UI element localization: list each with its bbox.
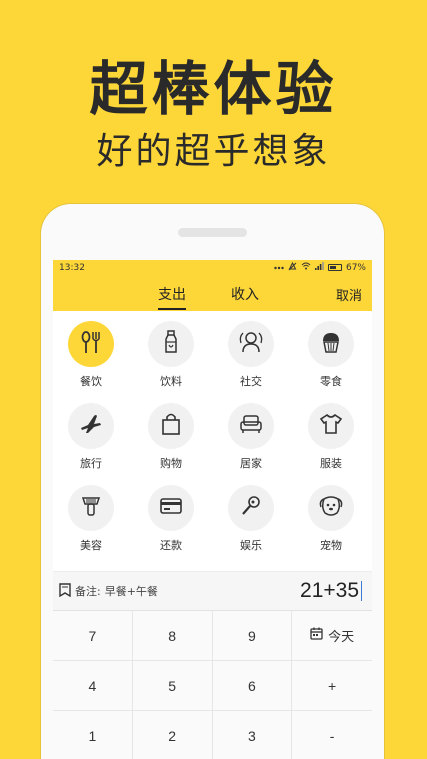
- tshirt-icon: [318, 411, 344, 441]
- tab-income[interactable]: 收入: [231, 284, 259, 304]
- cupcake-icon: [318, 329, 344, 359]
- credit-card-icon: [158, 493, 184, 523]
- category-label: 服装: [320, 457, 342, 470]
- category-clothing[interactable]: 服装: [301, 403, 361, 471]
- phone-frame: 13:32 67% 支出 收入 取消 餐饮 饮料 社交 零食 旅行 购物 居家 …: [41, 204, 384, 759]
- category-label: 娱乐: [240, 539, 262, 552]
- cancel-button[interactable]: 取消: [336, 285, 362, 304]
- status-bar: 13:32 67%: [53, 260, 372, 275]
- utensils-icon: [78, 329, 104, 359]
- signal-icon: [314, 262, 324, 273]
- category-label: 美容: [80, 539, 102, 552]
- no-notification-icon: [288, 261, 297, 274]
- category-label: 零食: [320, 375, 342, 388]
- category-snacks[interactable]: 零食: [301, 321, 361, 389]
- key-2[interactable]: 2: [133, 711, 213, 759]
- key-8[interactable]: 8: [132, 611, 213, 661]
- key-1[interactable]: 1: [53, 711, 133, 759]
- status-time: 13:32: [59, 262, 85, 273]
- category-drinks[interactable]: 饮料: [141, 321, 201, 389]
- text-cursor: [361, 581, 362, 602]
- promo-subline: 好的超乎想象: [96, 131, 331, 172]
- key-5[interactable]: 5: [132, 661, 213, 711]
- note-row[interactable]: 备注: 早餐+午餐 21+35: [53, 571, 372, 611]
- key-4[interactable]: 4: [53, 661, 133, 711]
- amount-value: 21+35: [300, 579, 359, 602]
- category-beauty[interactable]: 美容: [61, 485, 121, 553]
- calendar-icon: [310, 627, 323, 644]
- category-repayment[interactable]: 还款: [141, 485, 201, 553]
- microphone-icon: [238, 493, 264, 523]
- note-input[interactable]: 早餐+午餐: [105, 583, 158, 599]
- tab-expense[interactable]: 支出: [158, 284, 186, 310]
- key-plus[interactable]: +: [292, 661, 372, 711]
- battery-icon: [327, 264, 342, 271]
- key-minus[interactable]: -: [292, 711, 372, 759]
- app-screen: 13:32 67% 支出 收入 取消 餐饮 饮料 社交 零食 旅行 购物 居家 …: [53, 260, 372, 759]
- key-7[interactable]: 7: [53, 611, 133, 661]
- key-6[interactable]: 6: [212, 661, 293, 711]
- category-social[interactable]: 社交: [221, 321, 281, 389]
- category-pets[interactable]: 宠物: [301, 485, 361, 553]
- hairdryer-icon: [78, 493, 104, 523]
- armchair-icon: [238, 411, 264, 441]
- keypad: 7 8 9 今天 4 5 6 + 1 2 3 -: [53, 611, 372, 759]
- key-9[interactable]: 9: [212, 611, 293, 661]
- category-label: 饮料: [160, 375, 182, 388]
- key-3[interactable]: 3: [213, 711, 293, 759]
- category-label: 还款: [160, 539, 182, 552]
- category-label: 宠物: [320, 539, 342, 552]
- wifi-icon: [301, 262, 311, 273]
- today-button[interactable]: 今天: [292, 611, 372, 661]
- promo-headline: 超棒体验: [89, 55, 338, 123]
- category-grid: 餐饮 饮料 社交 零食 旅行 购物 居家 服装 美容 还款 娱乐 宠物: [53, 311, 372, 571]
- phone-speaker: [178, 228, 247, 237]
- bookmark-icon: [59, 582, 71, 601]
- dog-icon: [317, 493, 345, 523]
- social-icon: [237, 329, 265, 359]
- note-label: 备注:: [75, 585, 101, 598]
- amount-display: 21+35: [300, 579, 362, 603]
- category-label: 居家: [240, 457, 262, 470]
- category-label: 旅行: [80, 457, 102, 470]
- category-label: 社交: [240, 375, 262, 388]
- category-entertainment[interactable]: 娱乐: [221, 485, 281, 553]
- today-label: 今天: [328, 630, 355, 645]
- more-dots-icon: [274, 263, 284, 273]
- category-shopping[interactable]: 购物: [141, 403, 201, 471]
- category-travel[interactable]: 旅行: [61, 403, 121, 471]
- bottle-icon: [158, 329, 184, 359]
- category-label: 购物: [160, 457, 182, 470]
- category-label: 餐饮: [80, 375, 102, 388]
- battery-percent: 67%: [345, 262, 366, 273]
- top-bar: 支出 收入 取消: [53, 275, 372, 311]
- airplane-icon: [78, 411, 104, 441]
- category-home[interactable]: 居家: [221, 403, 281, 471]
- category-dining[interactable]: 餐饮: [61, 321, 121, 389]
- shopping-bag-icon: [158, 411, 184, 441]
